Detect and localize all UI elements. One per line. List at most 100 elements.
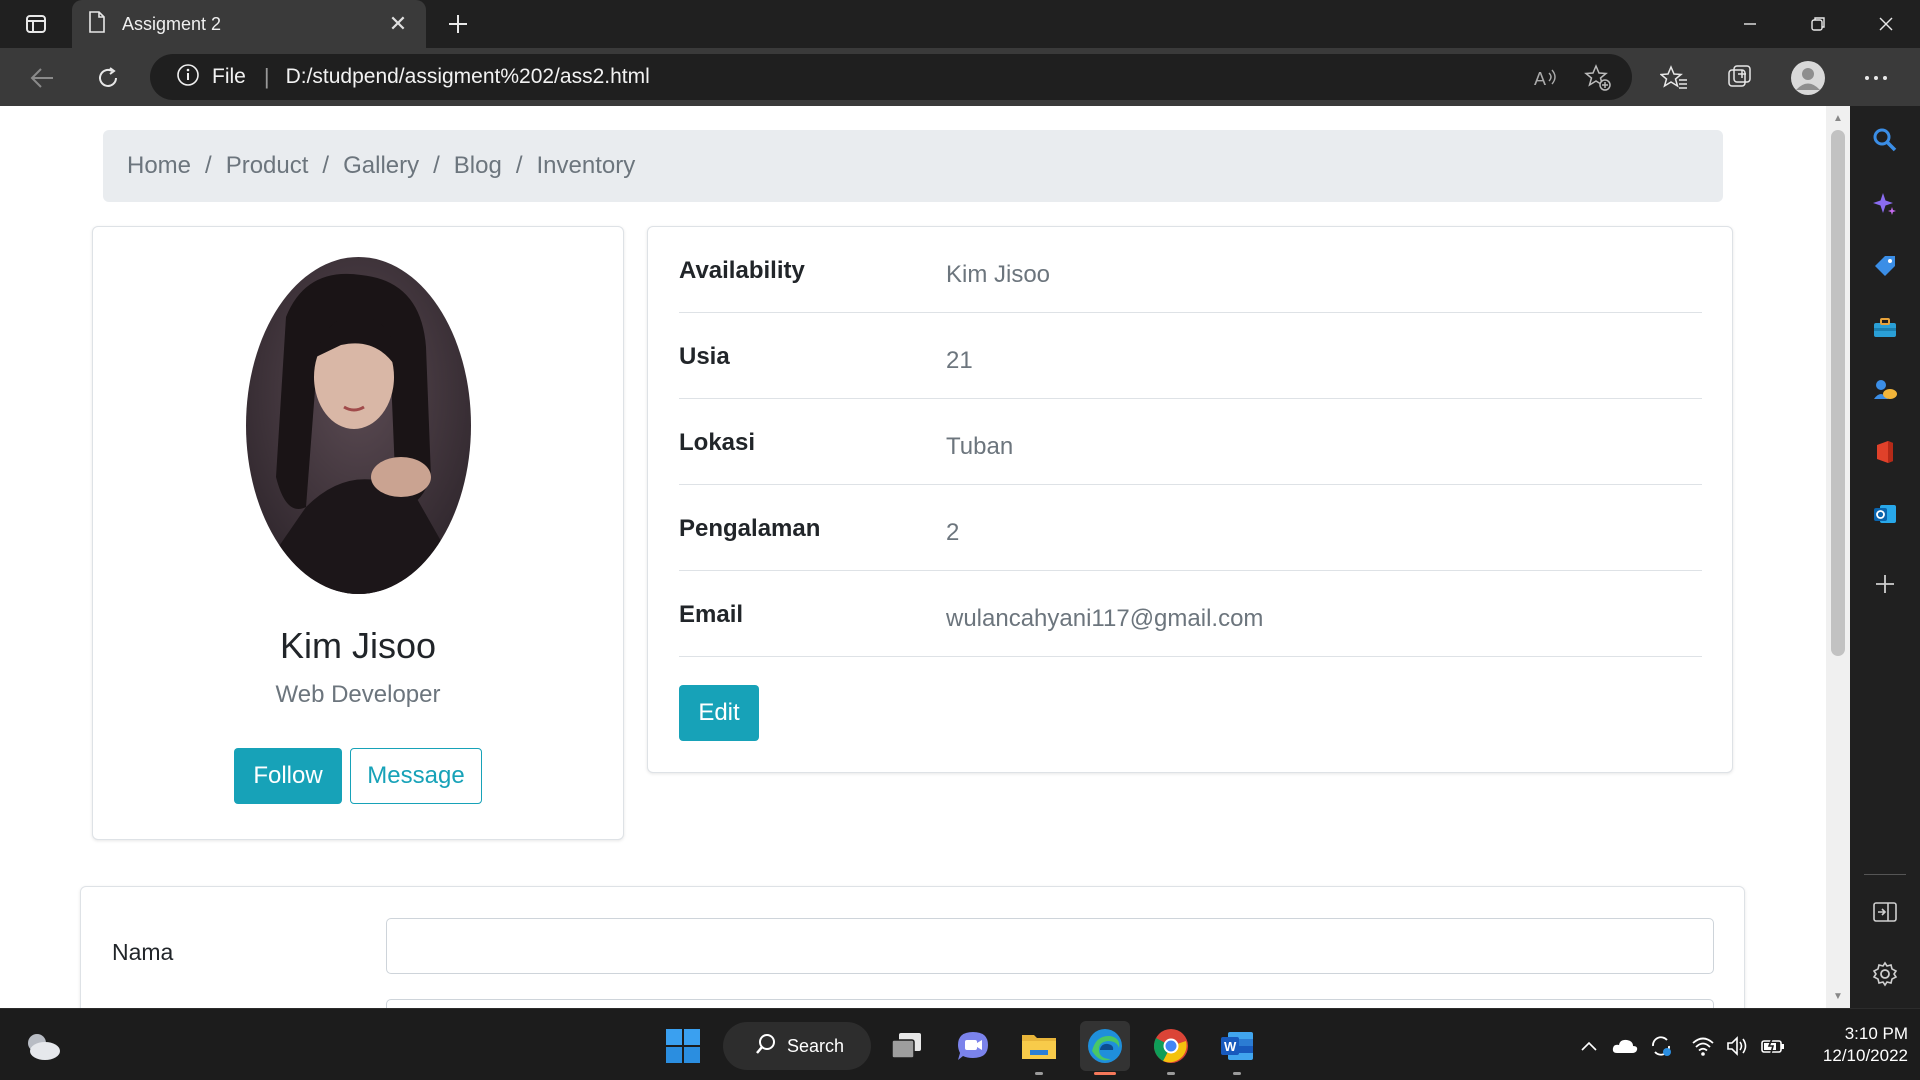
info-value: wulancahyani117@gmail.com: [946, 605, 1264, 632]
profile-avatar-icon[interactable]: [1790, 60, 1826, 96]
info-row-pengalaman: Pengalaman 2: [679, 485, 1702, 571]
breadcrumb-separator: /: [433, 152, 440, 179]
sidebar-search-icon[interactable]: [1867, 122, 1903, 158]
teams-chat-icon[interactable]: [948, 1021, 998, 1071]
info-value: 2: [946, 519, 960, 546]
onedrive-icon[interactable]: [1612, 1033, 1638, 1059]
active-indicator: [1094, 1072, 1116, 1075]
battery-icon[interactable]: [1760, 1033, 1786, 1059]
avatar: [246, 257, 471, 594]
back-icon[interactable]: [24, 60, 60, 96]
windows-taskbar: Search W 3:10 PM 12/10/2022: [0, 1008, 1920, 1080]
page-icon: [88, 10, 106, 38]
info-icon[interactable]: [176, 63, 200, 92]
info-row-availability: Availability Kim Jisoo: [679, 227, 1702, 313]
sidebar-divider: [1864, 874, 1906, 875]
browser-toolbar: File | D:/studpend/assigment%202/ass2.ht…: [0, 48, 1920, 106]
sidebar-settings-icon[interactable]: [1867, 956, 1903, 992]
protocol-label: File: [212, 65, 246, 88]
read-aloud-icon[interactable]: A: [1530, 62, 1562, 94]
sidebar-office-icon[interactable]: [1867, 434, 1903, 470]
address-separator: |: [263, 64, 270, 89]
address-bar[interactable]: File | D:/studpend/assigment%202/ass2.ht…: [150, 54, 1632, 100]
search-icon: [755, 1033, 777, 1060]
new-tab-icon[interactable]: [440, 6, 476, 42]
clock-time: 3:10 PM: [1844, 1024, 1908, 1043]
page-scrollbar[interactable]: ▲ ▼: [1826, 106, 1850, 1008]
collections-icon[interactable]: [1722, 60, 1758, 96]
breadcrumb-blog[interactable]: Blog: [454, 152, 502, 180]
sync-icon[interactable]: [1648, 1033, 1674, 1059]
sidebar-outlook-icon[interactable]: [1867, 496, 1903, 532]
breadcrumb-home[interactable]: Home: [127, 152, 191, 180]
system-clock[interactable]: 3:10 PM 12/10/2022: [1808, 1023, 1908, 1067]
browser-tab[interactable]: Assigment 2 ✕: [72, 0, 426, 48]
breadcrumb-product[interactable]: Product: [226, 152, 309, 180]
start-icon[interactable]: [658, 1021, 708, 1071]
breadcrumb-separator: /: [322, 152, 330, 179]
clock-date: 12/10/2022: [1822, 1046, 1908, 1065]
add-favorite-icon[interactable]: [1582, 62, 1614, 94]
wifi-icon[interactable]: [1690, 1033, 1716, 1059]
sidebar-hide-icon[interactable]: [1867, 894, 1903, 930]
minimize-icon[interactable]: [1716, 0, 1784, 48]
nama-input[interactable]: [386, 918, 1714, 974]
running-indicator: [1035, 1072, 1043, 1075]
edit-button[interactable]: Edit: [679, 685, 759, 741]
info-row-email: Email wulancahyani117@gmail.com: [679, 571, 1702, 657]
restore-icon[interactable]: [1784, 0, 1852, 48]
info-label: Usia: [679, 343, 730, 370]
info-label: Availability: [679, 257, 805, 284]
breadcrumb-separator: /: [515, 152, 523, 179]
nama-label: Nama: [112, 939, 174, 965]
chrome-icon[interactable]: [1146, 1021, 1196, 1075]
sidebar-add-icon[interactable]: [1867, 566, 1903, 602]
scroll-down-icon[interactable]: ▼: [1826, 986, 1850, 1006]
edge-icon[interactable]: [1080, 1021, 1130, 1075]
second-form-input[interactable]: [386, 999, 1714, 1008]
sidebar-discover-icon[interactable]: [1867, 186, 1903, 222]
favorites-icon[interactable]: [1656, 60, 1692, 96]
breadcrumb-gallery[interactable]: Gallery: [343, 152, 419, 180]
tab-close-icon[interactable]: ✕: [386, 11, 410, 37]
tab-title: Assigment 2: [122, 13, 222, 34]
tab-actions-icon[interactable]: [14, 8, 58, 40]
info-row-lokasi: Lokasi Tuban: [679, 399, 1702, 485]
breadcrumb-inventory[interactable]: Inventory: [537, 152, 636, 180]
message-button[interactable]: Message: [350, 748, 482, 804]
info-label: Lokasi: [679, 429, 756, 456]
svg-text:A: A: [1534, 69, 1546, 89]
info-value: Tuban: [946, 433, 1014, 460]
taskbar-search-label: Search: [787, 1035, 845, 1056]
url-text[interactable]: D:/studpend/assigment%202/ass2.html: [286, 65, 650, 89]
info-label: Pengalaman: [679, 515, 821, 542]
svg-text:W: W: [1224, 1039, 1237, 1054]
info-value: Kim Jisoo: [946, 261, 1051, 288]
scroll-up-icon[interactable]: ▲: [1826, 108, 1850, 128]
page-viewport: Home / Product / Gallery / Blog / Invent…: [0, 106, 1826, 1008]
info-card: Availability Kim Jisoo Usia 21 Lokasi Tu…: [647, 226, 1733, 773]
edge-sidebar: [1850, 106, 1920, 1008]
scroll-thumb[interactable]: [1831, 130, 1845, 656]
info-row-usia: Usia 21: [679, 313, 1702, 399]
volume-icon[interactable]: [1725, 1033, 1751, 1059]
running-indicator: [1233, 1072, 1241, 1075]
word-icon[interactable]: W: [1212, 1021, 1262, 1075]
sidebar-shopping-icon[interactable]: [1867, 248, 1903, 284]
profile-card: Kim Jisoo Web Developer Follow Message: [92, 226, 624, 840]
close-window-icon[interactable]: [1852, 0, 1920, 48]
refresh-icon[interactable]: [90, 60, 126, 96]
task-view-icon[interactable]: [882, 1021, 932, 1071]
file-explorer-icon[interactable]: [1014, 1021, 1064, 1075]
breadcrumb: Home / Product / Gallery / Blog / Invent…: [103, 130, 1723, 202]
profile-name: Kim Jisoo: [279, 625, 437, 666]
sidebar-games-icon[interactable]: [1867, 372, 1903, 408]
taskbar-search[interactable]: Search: [723, 1022, 871, 1070]
tray-overflow-icon[interactable]: [1576, 1033, 1602, 1059]
more-options-icon[interactable]: [1858, 60, 1894, 96]
breadcrumb-separator: /: [205, 152, 212, 179]
weather-icon[interactable]: [18, 1021, 68, 1071]
follow-button[interactable]: Follow: [234, 748, 342, 804]
browser-titlebar: Assigment 2 ✕: [0, 0, 1920, 48]
sidebar-tools-icon[interactable]: [1867, 310, 1903, 346]
